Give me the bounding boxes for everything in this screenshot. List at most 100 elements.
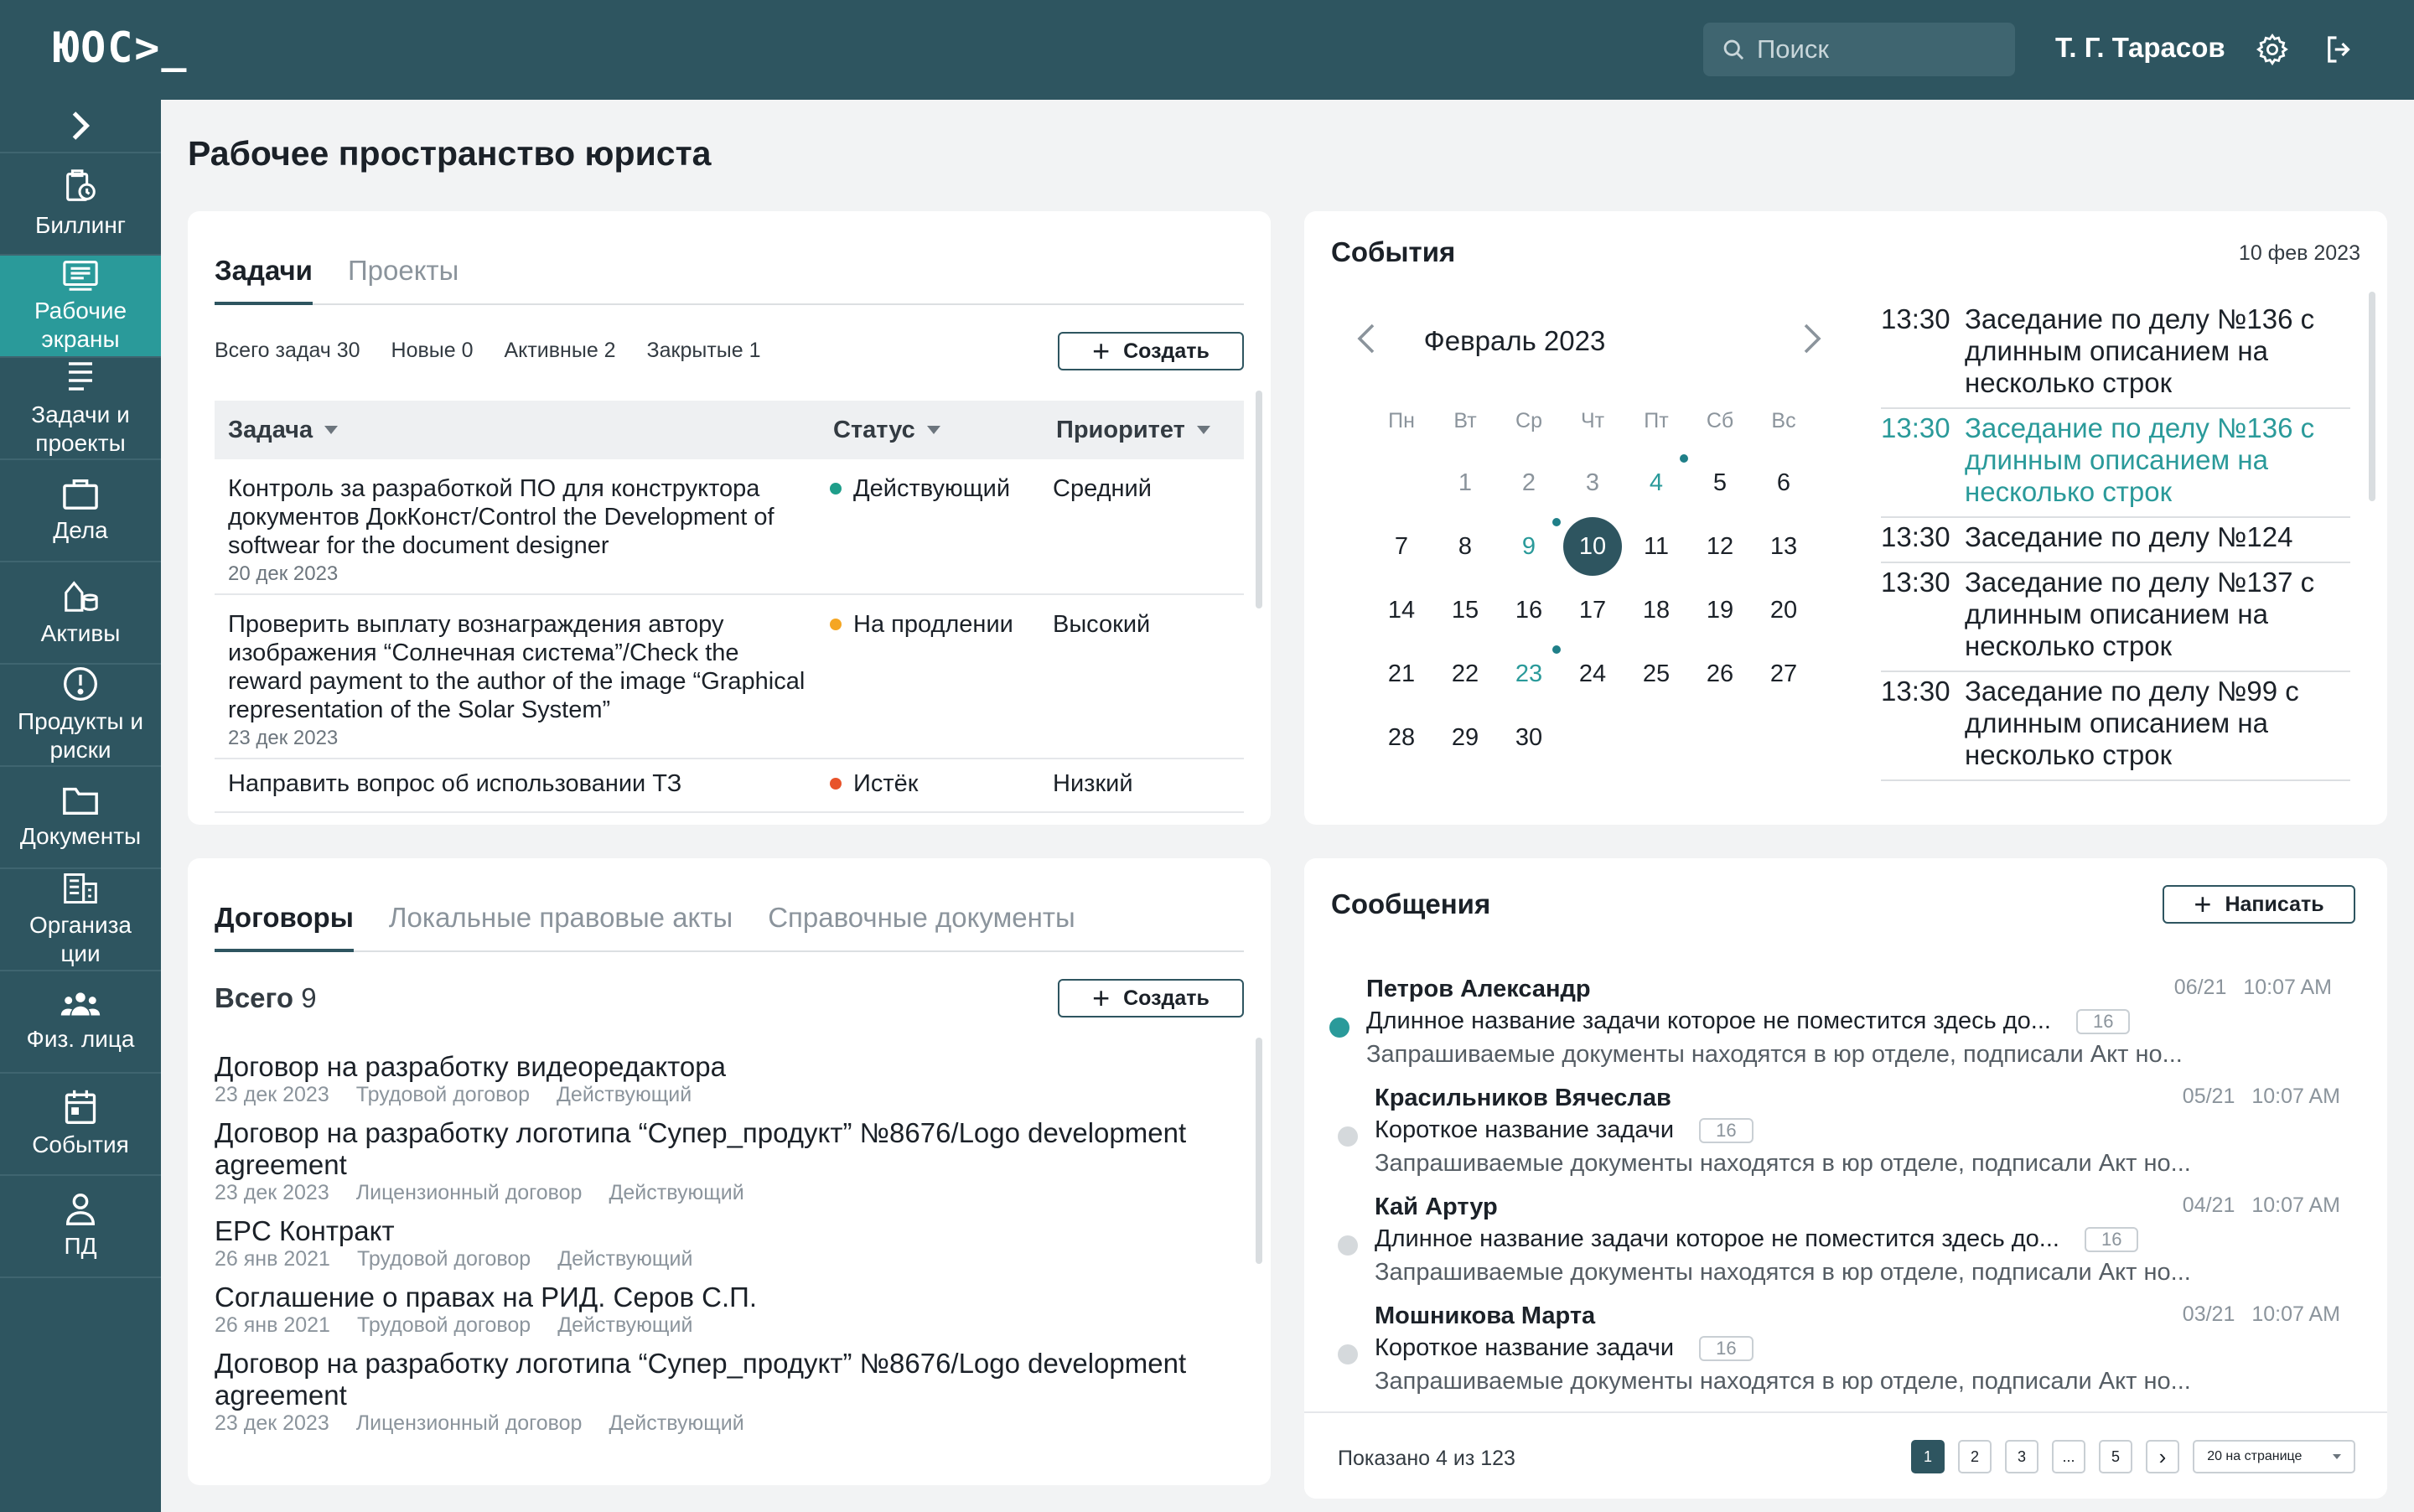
calendar-day-30[interactable]: 30 xyxy=(1500,708,1558,767)
calendar-day-7[interactable]: 7 xyxy=(1372,517,1431,576)
col-task[interactable]: Задача xyxy=(228,416,339,444)
tab-local-acts[interactable]: Локальные правовые акты xyxy=(389,883,733,952)
create-task-button[interactable]: + Создать xyxy=(1058,332,1244,370)
sidebar-item-organizations[interactable]: Организа ции xyxy=(0,869,161,971)
subject-text: Короткое название задачи xyxy=(1375,1116,1675,1143)
search-input[interactable]: Поиск xyxy=(1703,23,2015,76)
calendar-day-2[interactable]: 2 xyxy=(1500,453,1558,512)
calendar-day-5[interactable]: 5 xyxy=(1691,453,1749,512)
col-task-label: Задача xyxy=(228,416,313,443)
documents-scrollbar[interactable] xyxy=(1256,1038,1262,1264)
message-item[interactable]: Петров Александр 06/21 10:07 AM Длинное н… xyxy=(1329,976,2332,1076)
calendar-day-22[interactable]: 22 xyxy=(1436,645,1495,703)
calendar-day-26[interactable]: 26 xyxy=(1691,645,1749,703)
list-item[interactable]: 13:30 Заседание по делу №124 xyxy=(1881,518,2350,563)
calendar-day-21[interactable]: 21 xyxy=(1372,645,1431,703)
calendar-day-13[interactable]: 13 xyxy=(1754,517,1813,576)
message-item[interactable]: Мошникова Марта 03/21 10:07 AM Короткое н… xyxy=(1338,1302,2340,1403)
page-1-button[interactable]: 1 xyxy=(1911,1440,1945,1473)
page-2-button[interactable]: 2 xyxy=(1958,1440,1992,1473)
message-item[interactable]: Красильников Вячеслав 05/21 10:07 AM Коро… xyxy=(1338,1085,2340,1185)
calendar-day-11[interactable]: 11 xyxy=(1627,517,1686,576)
table-row[interactable]: Контроль за разработкой ПО для конструкт… xyxy=(215,459,1244,595)
document-date: 26 янв 2021 xyxy=(215,1313,330,1337)
calendar-day-28[interactable]: 28 xyxy=(1372,708,1431,767)
message-item[interactable]: Кай Артур 04/21 10:07 AM Длинное название… xyxy=(1338,1194,2340,1294)
table-row[interactable]: Проверить выплату вознаграждения автору … xyxy=(215,595,1244,759)
list-item[interactable]: 13:30 Заседание по делу №99 с длинным опи… xyxy=(1881,672,2350,781)
sidebar-item-cases[interactable]: Дела xyxy=(0,460,161,562)
list-item[interactable]: 13:30 Заседание по делу №137 с длинным оп… xyxy=(1881,563,2350,672)
date-text: 06/21 xyxy=(2173,976,2227,999)
write-label: Написать xyxy=(2225,892,2324,916)
subject-text: Короткое название задачи xyxy=(1375,1334,1675,1361)
list-item[interactable]: 13:30 Заседание по делу №136 с длинным оп… xyxy=(1881,300,2350,409)
tasks-tabs: Задачи Проекты xyxy=(215,236,1244,305)
tasks-scrollbar[interactable] xyxy=(1256,391,1262,608)
list-item[interactable]: EPC Контракт 26 янв 2021 Трудовой договор… xyxy=(215,1215,1246,1271)
tab-contracts[interactable]: Договоры xyxy=(215,883,354,952)
calendar-day-15[interactable]: 15 xyxy=(1436,581,1495,639)
sidebar-item-billing[interactable]: Биллинг xyxy=(0,153,161,256)
total-value: 9 xyxy=(301,982,317,1013)
list-item[interactable]: Договор на разработку логотипа “Супер_пр… xyxy=(215,1348,1246,1436)
calendar-day-23[interactable]: 23 xyxy=(1500,645,1558,703)
page-3-button[interactable]: 3 xyxy=(2005,1440,2038,1473)
calendar-day-3[interactable]: 3 xyxy=(1563,453,1622,512)
calendar-day-17[interactable]: 17 xyxy=(1563,581,1622,639)
sidebar-item-documents[interactable]: Документы xyxy=(0,767,161,869)
calendar-day-14[interactable]: 14 xyxy=(1372,581,1431,639)
calendar-day-1[interactable]: 1 xyxy=(1436,453,1495,512)
table-row[interactable]: Направить вопрос об использовании ТЗ Ист… xyxy=(215,759,1244,813)
task-text: Проверить выплату вознаграждения автору … xyxy=(228,611,806,723)
list-item[interactable]: Договор на разработку логотипа “Супер_пр… xyxy=(215,1117,1246,1205)
list-item[interactable]: Соглашение о правах на РИД. Серов С.П. 2… xyxy=(215,1282,1246,1338)
next-page-button[interactable]: › xyxy=(2146,1440,2179,1473)
weekday-label: Чт xyxy=(1580,409,1605,432)
weekday-label: Ср xyxy=(1515,409,1542,432)
write-message-button[interactable]: + Написать xyxy=(2163,885,2355,924)
document-status: Действующий xyxy=(609,1411,744,1435)
sidebar-item-workscreens[interactable]: Рабочие экраны xyxy=(0,256,161,358)
events-scrollbar[interactable] xyxy=(2369,292,2375,501)
calendar-day-16[interactable]: 16 xyxy=(1500,581,1558,639)
tab-reference-docs[interactable]: Справочные документы xyxy=(768,883,1075,952)
per-page-select[interactable]: 20 на странице xyxy=(2193,1440,2355,1473)
calendar-day-4[interactable]: 4 xyxy=(1627,453,1686,512)
user-name[interactable]: Т. Г. Тарасов xyxy=(2055,32,2225,64)
page-5-button[interactable]: 5 xyxy=(2099,1440,2132,1473)
next-month-icon[interactable] xyxy=(1802,322,1822,355)
calendar-day-20[interactable]: 20 xyxy=(1754,581,1813,639)
tab-projects[interactable]: Проекты xyxy=(348,236,458,305)
sidebar-item-events[interactable]: События xyxy=(0,1074,161,1176)
settings-icon[interactable] xyxy=(2255,32,2290,67)
calendar-day-12[interactable]: 12 xyxy=(1691,517,1749,576)
sidebar-item-personal-data[interactable]: ПД xyxy=(0,1176,161,1278)
create-document-button[interactable]: + Создать xyxy=(1058,979,1244,1017)
calendar-day-24[interactable]: 24 xyxy=(1563,645,1622,703)
calendar-day-6[interactable]: 6 xyxy=(1754,453,1813,512)
col-priority[interactable]: Приоритет xyxy=(1056,417,1210,444)
sidebar-item-persons[interactable]: Физ. лица xyxy=(0,971,161,1074)
sidebar-item-tasks[interactable]: Задачи и проекты xyxy=(0,358,161,460)
sidebar-item-label: Организа ции xyxy=(28,912,132,966)
calendar-day-29[interactable]: 29 xyxy=(1436,708,1495,767)
calendar-day-25[interactable]: 25 xyxy=(1627,645,1686,703)
list-item[interactable]: 13:30 Заседание по делу №136 с длинным оп… xyxy=(1881,409,2350,518)
tab-tasks[interactable]: Задачи xyxy=(215,236,313,305)
calendar-day-10[interactable]: 10 xyxy=(1563,517,1622,576)
logout-icon[interactable] xyxy=(2322,32,2357,67)
event-text: Заседание по делу №136 с длинным описани… xyxy=(1965,303,2315,398)
calendar-day-8[interactable]: 8 xyxy=(1436,517,1495,576)
col-status[interactable]: Статус xyxy=(833,417,940,444)
sidebar-item-products-risks[interactable]: Продукты и риски xyxy=(0,665,161,767)
app-logo[interactable]: ЮОС>_ xyxy=(54,23,189,72)
sidebar-toggle[interactable] xyxy=(0,100,161,153)
priority: Средний xyxy=(1053,475,1152,502)
sidebar-item-assets[interactable]: Активы xyxy=(0,562,161,665)
calendar-day-18[interactable]: 18 xyxy=(1627,581,1686,639)
calendar-day-19[interactable]: 19 xyxy=(1691,581,1749,639)
list-item[interactable]: Договор на разработку видеоредактора 23 … xyxy=(215,1051,1246,1107)
calendar-day-27[interactable]: 27 xyxy=(1754,645,1813,703)
calendar-day-9[interactable]: 9 xyxy=(1500,517,1558,576)
